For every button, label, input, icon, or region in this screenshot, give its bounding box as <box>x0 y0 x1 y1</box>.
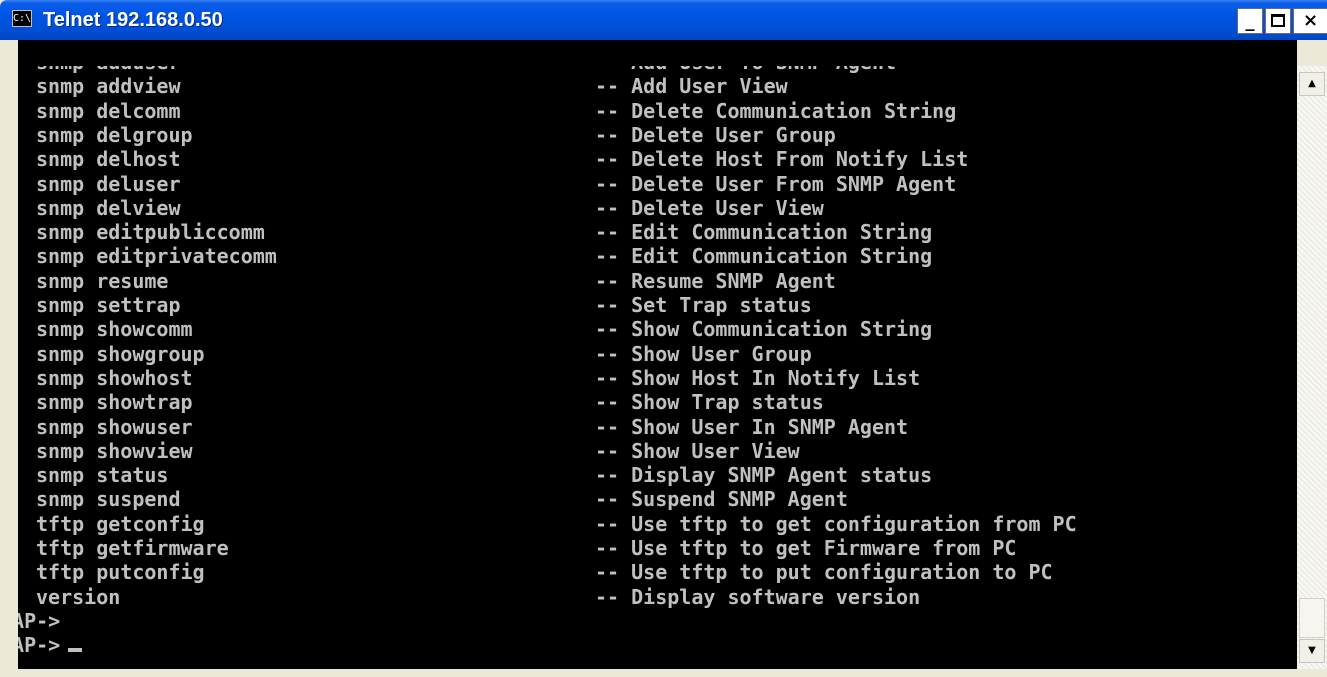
help-row: snmp showuser -- Show User In SNMP Agent <box>18 415 1297 439</box>
command-description: -- Delete User From SNMP Agent <box>595 171 957 196</box>
help-row: snmp delhost -- Delete Host From Notify L… <box>18 147 1297 171</box>
command-name: tftp getfirmware <box>36 536 229 560</box>
vertical-scrollbar[interactable]: ▲ ▼ <box>1297 66 1327 669</box>
help-row: tftp getconfig -- Use tftp to get configu… <box>18 512 1297 536</box>
window-title: Telnet 192.168.0.50 <box>43 9 223 31</box>
scroll-down-button[interactable]: ▼ <box>1299 639 1325 663</box>
command-description: -- Edit Communication String <box>595 220 933 245</box>
command-name: snmp settrap <box>36 293 181 317</box>
command-name: snmp delcomm <box>36 98 181 123</box>
prompt-text: WAP-> <box>18 608 61 633</box>
command-description: -- Display SNMP Agent status <box>595 463 933 488</box>
minimize-button[interactable]: _ <box>1237 8 1263 34</box>
console-top-margin <box>18 40 1297 66</box>
command-description: -- Delete User Group <box>595 122 836 147</box>
command-description: -- Use tftp to get configuration from PC <box>595 511 1077 536</box>
help-row: snmp addview -- Add User View <box>18 74 1297 98</box>
command-description: -- Show Communication String <box>595 317 933 342</box>
help-row: snmp deluser -- Delete User From SNMP Age… <box>18 172 1297 196</box>
command-name: snmp showview <box>36 438 193 463</box>
help-row: snmp suspend -- Suspend SNMP Agent <box>18 487 1297 511</box>
help-row: snmp settrap -- Set Trap status <box>18 293 1297 317</box>
command-name: snmp resume <box>36 268 169 293</box>
help-row: snmp delcomm -- Delete Communication Stri… <box>18 99 1297 123</box>
cursor-line: WAP-> <box>18 633 83 657</box>
command-name: tftp getconfig <box>36 511 205 536</box>
help-row: snmp showcomm -- Show Communication Strin… <box>18 317 1297 341</box>
command-name: snmp showuser <box>36 414 193 439</box>
help-row: snmp showhost -- Show Host In Notify List <box>18 366 1297 390</box>
prompt-line: WAP->WAP-> <box>18 633 1297 657</box>
command-description: -- Show User Group <box>595 341 812 366</box>
command-name: tftp putconfig <box>36 560 205 585</box>
help-row: snmp resume -- Resume SNMP Agent <box>18 269 1297 293</box>
help-row: snmp showgroup -- Show User Group <box>18 342 1297 366</box>
command-description: -- Delete Communication String <box>595 98 957 123</box>
command-name: snmp editprivatecomm <box>36 244 277 269</box>
command-description: -- Display software version <box>595 584 921 609</box>
window-frame-left <box>0 40 18 677</box>
command-name: snmp status <box>36 463 169 488</box>
command-name: version <box>36 584 121 609</box>
prompt-line: WAP-> <box>18 609 1297 633</box>
telnet-window: C:\ Telnet 192.168.0.50 _ × snmp adduser… <box>0 0 1327 677</box>
scroll-up-button[interactable]: ▲ <box>1299 72 1325 96</box>
command-name: snmp showtrap <box>36 390 193 415</box>
command-name: snmp showgroup <box>36 341 205 366</box>
help-row: snmp editpubliccomm -- Edit Communication… <box>18 220 1297 244</box>
help-row: snmp editprivatecomm -- Edit Communicatio… <box>18 244 1297 268</box>
text-cursor <box>68 648 83 653</box>
command-name: snmp showcomm <box>36 317 193 342</box>
command-name: snmp delgroup <box>36 122 193 147</box>
help-row: snmp showtrap -- Show Trap status <box>18 390 1297 414</box>
command-description: -- Add User View <box>595 74 788 99</box>
help-row: snmp showview -- Show User View <box>18 439 1297 463</box>
maximize-icon <box>1271 14 1285 27</box>
help-row: snmp status -- Display SNMP Agent status <box>18 463 1297 487</box>
command-description: -- Use tftp to put configuration to PC <box>595 560 1053 585</box>
command-description: -- Show Host In Notify List <box>595 365 921 390</box>
help-row: tftp putconfig -- Use tftp to put configu… <box>18 560 1297 584</box>
title-bar[interactable]: C:\ Telnet 192.168.0.50 _ × <box>0 0 1327 40</box>
command-description: -- Delete User View <box>595 195 824 220</box>
help-row: version -- Display software version <box>18 585 1297 609</box>
help-row: tftp getfirmware -- Use tftp to get Firmw… <box>18 536 1297 560</box>
command-name: snmp adduser <box>36 66 181 74</box>
console-icon[interactable]: C:\ <box>12 10 32 27</box>
command-name: snmp delhost <box>36 147 181 172</box>
terminal-output[interactable]: snmp adduser-- Add User To SNMP Agentsnm… <box>18 66 1297 669</box>
help-row: snmp delgroup -- Delete User Group <box>18 123 1297 147</box>
command-description: -- Delete Host From Notify List <box>595 147 969 172</box>
help-row: snmp delview -- Delete User View <box>18 196 1297 220</box>
close-button[interactable]: × <box>1293 8 1327 34</box>
scroll-thumb[interactable] <box>1299 598 1325 638</box>
command-name: snmp deluser <box>36 171 181 196</box>
help-row: snmp adduser -- Add User To SNMP Agent <box>18 66 1297 74</box>
command-description: -- Show User View <box>595 438 800 463</box>
command-name: snmp editpubliccomm <box>36 220 265 245</box>
command-description: -- Set Trap status <box>595 293 812 317</box>
command-name: snmp suspend <box>36 487 181 512</box>
command-description: -- Show Trap status <box>595 390 824 415</box>
command-name: snmp delview <box>36 195 181 220</box>
command-name: snmp addview <box>36 74 181 99</box>
command-description: -- Suspend SNMP Agent <box>595 487 848 512</box>
command-description: -- Add User To SNMP Agent <box>595 66 896 74</box>
maximize-button[interactable] <box>1265 8 1291 34</box>
command-description: -- Show User In SNMP Agent <box>595 414 909 439</box>
command-description: -- Edit Communication String <box>595 244 933 269</box>
command-description: -- Resume SNMP Agent <box>595 268 836 293</box>
command-description: -- Use tftp to get Firmware from PC <box>595 536 1017 560</box>
command-name: snmp showhost <box>36 365 193 390</box>
